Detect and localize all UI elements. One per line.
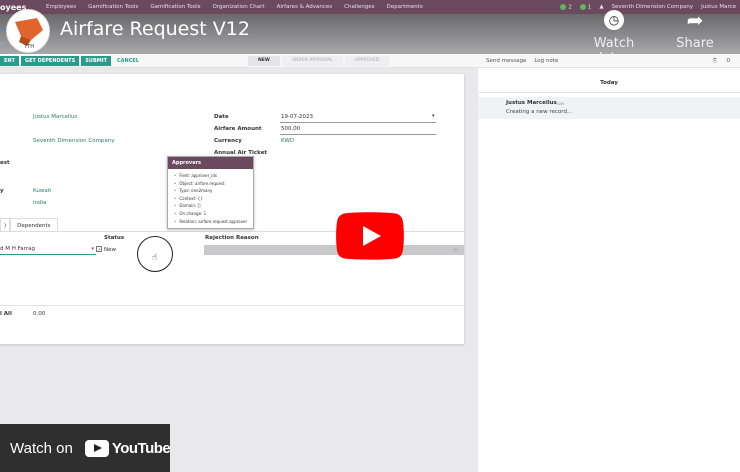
watch-on-youtube-bar[interactable]: Watch on YouTube bbox=[0, 424, 171, 472]
amount-underline bbox=[280, 134, 436, 135]
tooltip-list: Field: approver_ids Object: airfare.requ… bbox=[168, 169, 253, 225]
state-approved[interactable]: APPROVED bbox=[344, 56, 390, 66]
activity-badge[interactable]: 2 bbox=[560, 3, 572, 10]
chatter-date-separator: Today bbox=[600, 80, 618, 86]
youtube-play-button[interactable] bbox=[336, 212, 404, 260]
date-dropdown-icon[interactable]: ▾ bbox=[432, 113, 435, 119]
field-debug-tooltip: Approvers Field: approver_ids Object: ai… bbox=[167, 156, 254, 229]
country-field[interactable]: Kuwait bbox=[33, 188, 51, 194]
tooltip-field: Field: approver_ids bbox=[174, 172, 253, 180]
tooltip-onchange: On change: 1 bbox=[174, 210, 253, 218]
form-action-bar: ENT GET DEPENDENTS SUBMIT CANCEL NEW UND… bbox=[0, 54, 478, 68]
status-dot-icon bbox=[560, 3, 567, 10]
hand-pointer-icon: ☝ bbox=[152, 253, 158, 263]
youtube-wordmark: YouTube bbox=[111, 439, 171, 457]
youtube-play-icon bbox=[84, 439, 109, 457]
total-label: l All bbox=[0, 311, 12, 317]
menu-item-employees[interactable]: Employees bbox=[40, 4, 82, 10]
label-fragment-est: est bbox=[0, 160, 10, 166]
menu-item-gamification-2[interactable]: Gamification Tools bbox=[144, 4, 206, 10]
message-body: Creating a new record... bbox=[506, 109, 573, 115]
channel-logo[interactable]: 7TH bbox=[6, 9, 50, 53]
send-message-button[interactable]: Send message bbox=[486, 58, 526, 64]
total-value: 0.00 bbox=[33, 311, 46, 317]
tooltip-object: Object: airfare.request bbox=[174, 180, 253, 188]
action-button-ent[interactable]: ENT bbox=[0, 55, 20, 66]
nationality-field[interactable]: India bbox=[33, 200, 47, 206]
tooltip-title: Approvers bbox=[168, 157, 253, 169]
get-dependents-button[interactable]: GET DEPENDENTS bbox=[21, 55, 80, 66]
channel-logo-icon: 7TH bbox=[15, 18, 43, 50]
column-header-rejection-reason[interactable]: Rejection Reason bbox=[205, 235, 259, 241]
logo-text: 7TH bbox=[24, 44, 34, 50]
main-menu: Employees Gamification Tools Gamificatio… bbox=[40, 4, 429, 10]
chatter-divider bbox=[478, 92, 740, 93]
status-dot-icon bbox=[579, 3, 586, 10]
amount-field[interactable]: 500.00 bbox=[281, 126, 300, 132]
tooltip-context: Context: {} bbox=[174, 195, 253, 203]
message-author[interactable]: Justus Marcellus bbox=[506, 100, 557, 106]
share-button[interactable]: ➦ Share bbox=[665, 10, 725, 51]
attachment-count[interactable]: ⎘ 0 bbox=[713, 58, 730, 64]
approver-status-cell: New bbox=[104, 247, 116, 253]
watch-on-label: Watch on bbox=[10, 439, 73, 457]
amount-label: Airfare Amount bbox=[214, 126, 262, 132]
column-header-status[interactable]: Status bbox=[104, 235, 124, 241]
message-time: now bbox=[556, 101, 565, 106]
breadcrumb-fragment-2: o bbox=[0, 40, 4, 47]
notebook-tabs: ) Dependents bbox=[0, 218, 58, 232]
date-underline bbox=[280, 122, 436, 123]
cursor-highlight: ☝ bbox=[137, 236, 173, 272]
total-divider bbox=[0, 305, 464, 306]
chatter-topbar: Send message Log note ⎘ 0 bbox=[478, 54, 740, 68]
currency-label: Currency bbox=[214, 138, 242, 144]
menu-item-gamification-1[interactable]: Gamification Tools bbox=[82, 4, 144, 10]
share-arrow-icon: ➦ bbox=[686, 8, 704, 32]
chatter-panel: Today Justus Marcellus now Creating a ne… bbox=[478, 68, 740, 472]
menu-item-airfares[interactable]: Airfares & Advances bbox=[271, 4, 339, 10]
currency-field[interactable]: KWD bbox=[281, 138, 294, 144]
external-link-icon[interactable]: ↗ bbox=[96, 246, 102, 252]
log-note-button[interactable]: Log note bbox=[534, 58, 558, 64]
chatter-message: Justus Marcellus now Creating a new reco… bbox=[478, 97, 740, 119]
company-field[interactable]: Seventh Dimension Company bbox=[33, 138, 115, 144]
trash-icon[interactable]: ▭ bbox=[453, 247, 458, 253]
employee-field[interactable]: Justus Marcellus bbox=[33, 114, 77, 120]
label-fragment-y: y bbox=[0, 188, 4, 194]
youtube-logo: YouTube bbox=[84, 439, 171, 457]
rejection-reason-cell[interactable]: ▭ bbox=[204, 245, 464, 255]
tooltip-relation: Relation: airfare.request.approver bbox=[174, 218, 253, 226]
menu-item-challenges[interactable]: Challenges bbox=[338, 4, 380, 10]
menu-item-departments[interactable]: Departments bbox=[381, 4, 429, 10]
clock-icon: ◷ bbox=[604, 10, 624, 30]
tooltip-domain: Domain: [] bbox=[174, 202, 253, 210]
approver-name-input[interactable]: d M H Farrag ▾ bbox=[0, 244, 96, 255]
video-title[interactable]: Airfare Request V12 bbox=[60, 18, 250, 40]
menu-item-org-chart[interactable]: Organization Chart bbox=[207, 4, 271, 10]
chevron-down-icon[interactable]: ▾ bbox=[91, 244, 94, 255]
tooltip-type: Type: one2many bbox=[174, 187, 253, 195]
submit-button[interactable]: SUBMIT bbox=[81, 55, 111, 66]
state-under-approval[interactable]: UNDER APPROVAL bbox=[281, 56, 343, 66]
state-new[interactable]: NEW bbox=[248, 56, 280, 66]
date-label: Date bbox=[214, 114, 229, 120]
date-field[interactable]: 19-07-2023 bbox=[281, 114, 313, 120]
tab-approvers[interactable]: ) bbox=[0, 218, 11, 232]
status-bar: NEW UNDER APPROVAL APPROVED bbox=[248, 54, 391, 68]
tab-dependents[interactable]: Dependents bbox=[10, 218, 58, 232]
cancel-button[interactable]: CANCEL bbox=[113, 56, 143, 66]
